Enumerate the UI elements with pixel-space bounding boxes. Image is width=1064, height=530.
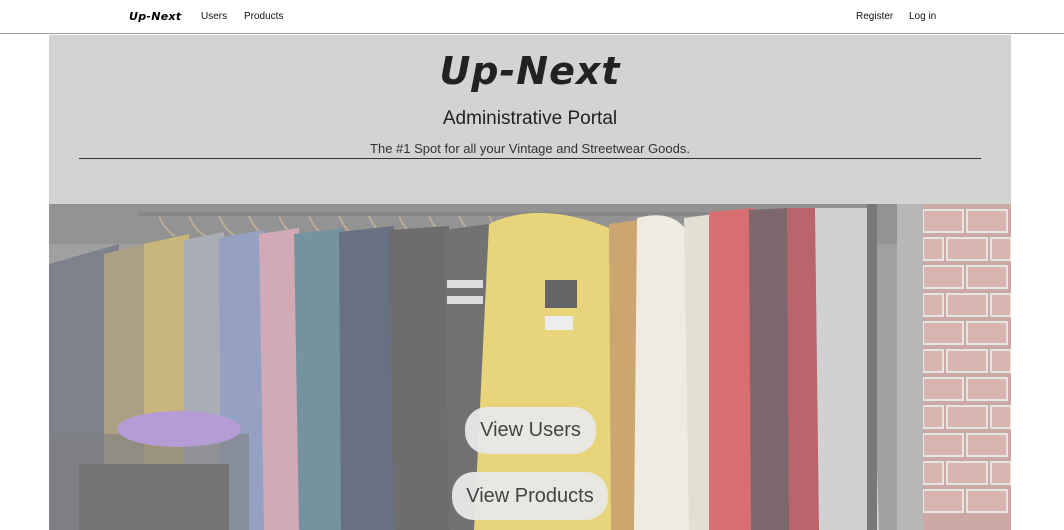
brand-logo-link[interactable]: Up-Next [129,10,182,23]
nav-link-users[interactable]: Users [201,11,227,22]
hero-divider [79,158,981,159]
hero-section: Up-Next Administrative Portal The #1 Spo… [49,35,1011,530]
top-navbar: Up-Next Users Products Register Log in [0,0,1064,34]
view-users-button[interactable]: View Users [465,407,596,454]
hero-header-panel: Up-Next Administrative Portal The #1 Spo… [49,35,1011,204]
nav-link-products[interactable]: Products [244,11,283,22]
hero-tagline: The #1 Spot for all your Vintage and Str… [370,141,690,156]
hero-title: Up-Next [439,49,621,93]
view-products-button[interactable]: View Products [452,472,608,520]
hero-subtitle: Administrative Portal [442,108,618,129]
nav-link-register[interactable]: Register [856,11,893,22]
nav-link-login[interactable]: Log in [909,11,936,22]
